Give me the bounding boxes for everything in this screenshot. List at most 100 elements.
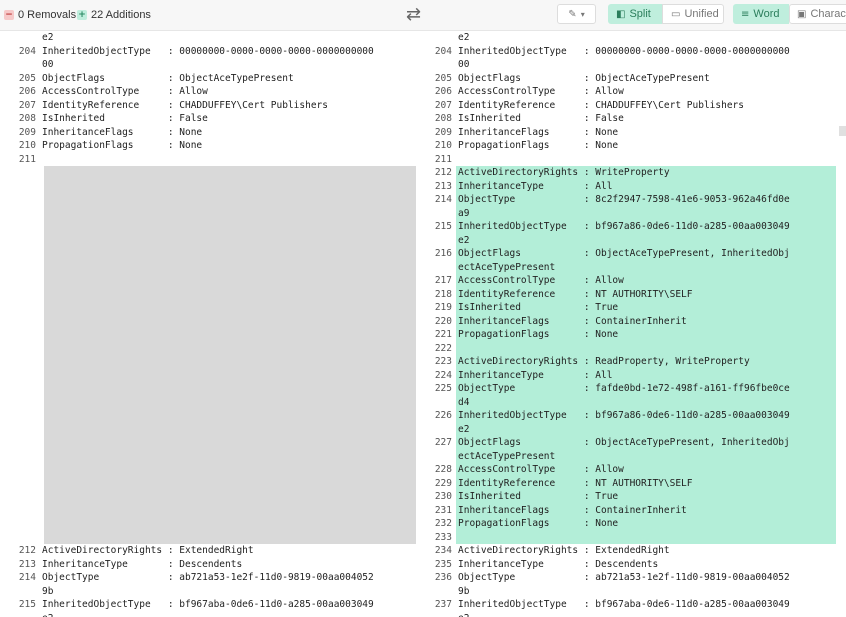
scrollbar-thumb[interactable]	[839, 126, 846, 136]
right-added-lines: 212 ActiveDirectoryRights : WriteProperty…	[430, 166, 836, 544]
line-code: ObjectFlags : ObjectAceTypePresent, Inhe…	[456, 436, 836, 450]
added-line: 225 ObjectType : fafde0bd-1e72-498f-a161-…	[430, 382, 836, 396]
line-code: e2	[458, 32, 470, 43]
added-line: e2	[430, 422, 836, 436]
line-number: 208	[18, 113, 36, 124]
line-code: InheritanceFlags : ContainerInherit	[456, 503, 836, 517]
added-line: ectAceTypePresent	[430, 449, 836, 463]
line-code: PropagationFlags : None	[42, 140, 203, 151]
line-code: e2	[456, 612, 836, 617]
line-number: 209	[18, 126, 36, 138]
added-line: 219 IsInherited : True	[430, 301, 836, 315]
character-diff-button[interactable]: ▣ Characte	[789, 4, 846, 24]
line-code: IdentityReference : NT AUTHORITY\SELF	[456, 287, 836, 301]
line-number: 210	[434, 140, 452, 151]
line-code: 00	[458, 59, 470, 70]
line-number: 207	[434, 99, 452, 111]
line-number	[430, 58, 456, 72]
swap-icon[interactable]: ⇄	[406, 4, 421, 25]
diff-line: e2	[0, 31, 430, 45]
line-number: 204	[18, 45, 36, 57]
added-line: 220 InheritanceFlags : ContainerInherit	[430, 314, 836, 328]
diff-line: 211	[0, 153, 430, 167]
line-code: ObjectType : fafde0bd-1e72-498f-a161-ff9…	[456, 382, 836, 396]
diff-line: e2	[430, 612, 836, 617]
additions-label: 22 Additions	[91, 9, 151, 21]
line-number: 205	[18, 72, 36, 84]
diff-line: 00	[0, 58, 430, 72]
line-number	[430, 612, 456, 617]
added-line: 213 InheritanceType : All	[430, 179, 836, 193]
diff-line: 206 AccessControlType : Allow	[430, 85, 836, 99]
added-line: 223 ActiveDirectoryRights : ReadProperty,…	[430, 355, 836, 369]
line-number: 212	[18, 545, 36, 556]
line-number: 215	[18, 599, 36, 610]
line-number	[430, 585, 456, 599]
line-code	[456, 530, 836, 544]
line-code: InheritedObjectType : bf967a86-0de6-11d0…	[456, 220, 836, 234]
line-number: 230	[434, 491, 452, 502]
line-code: PropagationFlags : None	[456, 328, 836, 342]
line-number	[430, 207, 456, 221]
line-number: 207	[18, 99, 36, 111]
line-number: 237	[434, 599, 452, 610]
line-number: 206	[434, 86, 452, 97]
word-diff-button[interactable]: ≡ Word	[733, 4, 789, 24]
diff-line: 236 ObjectType : ab721a53-1e2f-11d0-9819-…	[430, 571, 836, 585]
line-number: 220	[434, 315, 452, 327]
unified-view-button[interactable]: ▭ Unified	[662, 4, 724, 24]
added-line: 215 InheritedObjectType : bf967a86-0de6-1…	[430, 220, 836, 234]
empty-placeholder	[44, 166, 416, 544]
diff-toolbar: − 0 Removals + 22 Additions ⇄ ✎ ▾ ◧ Spli…	[0, 0, 846, 31]
diff-line: 204 InheritedObjectType : 00000000-0000-0…	[0, 45, 430, 59]
line-code: AccessControlType : Allow	[42, 86, 208, 97]
line-code: IsInherited : True	[456, 301, 836, 315]
line-code: ObjectFlags : ObjectAceTypePresent	[42, 72, 294, 84]
diff-line: 213 InheritanceType : Descendents	[0, 558, 430, 572]
diff-line: 9b	[0, 585, 430, 599]
diff-line: 234 ActiveDirectoryRights : ExtendedRight	[430, 544, 836, 558]
line-code: InheritanceType : Descendents	[42, 558, 243, 570]
line-number: 235	[434, 558, 452, 570]
line-number: 228	[434, 464, 452, 475]
added-line: 228 AccessControlType : Allow	[430, 463, 836, 477]
diff-line: 00	[430, 58, 836, 72]
diff-line: e2	[430, 31, 836, 45]
line-code: ObjectType : 8c2f2947-7598-41e6-9053-962…	[456, 193, 836, 207]
split-view-button[interactable]: ◧ Split	[608, 4, 662, 24]
line-number: 212	[434, 167, 452, 178]
diff-line: 204 InheritedObjectType : 00000000-0000-0…	[430, 45, 836, 59]
line-code: PropagationFlags : None	[456, 517, 836, 531]
left-top-lines: e2 204 InheritedObjectType : 00000000-0000…	[0, 31, 430, 166]
line-number	[0, 585, 40, 599]
line-code: IdentityReference : NT AUTHORITY\SELF	[456, 476, 836, 490]
line-number: 231	[434, 504, 452, 516]
line-number: 218	[434, 288, 452, 300]
diff-line: 209 InheritanceFlags : None	[430, 126, 836, 140]
diff-line: 205 ObjectFlags : ObjectAceTypePresent	[0, 72, 430, 86]
line-number: 232	[434, 518, 452, 529]
line-code: e2	[456, 233, 836, 247]
line-code: InheritanceFlags : None	[458, 126, 619, 138]
line-number: 205	[434, 72, 452, 84]
added-line: 221 PropagationFlags : None	[430, 328, 836, 342]
line-code: InheritanceFlags : ContainerInherit	[456, 314, 836, 328]
line-code: ObjectType : ab721a53-1e2f-11d0-9819-00a…	[42, 572, 374, 583]
added-line: 230 IsInherited : True	[430, 490, 836, 504]
line-code: 00	[42, 59, 54, 70]
added-line: 231 InheritanceFlags : ContainerInherit	[430, 503, 836, 517]
word-label: Word	[753, 8, 780, 20]
diff-line: 206 AccessControlType : Allow	[0, 85, 430, 99]
edit-menu-button[interactable]: ✎ ▾	[557, 4, 596, 24]
line-code: ObjectFlags : ObjectAceTypePresent	[458, 72, 710, 84]
diff-line: 209 InheritanceFlags : None	[0, 126, 430, 140]
line-code: e2	[42, 32, 54, 43]
line-number: 216	[434, 248, 452, 259]
line-code: InheritanceType : Descendents	[458, 558, 659, 570]
line-code: e2	[456, 422, 836, 436]
plus-icon: +	[77, 10, 87, 20]
left-placeholder-block	[0, 166, 430, 544]
diff-line: 210 PropagationFlags : None	[0, 139, 430, 153]
right-bottom-lines: 234 ActiveDirectoryRights : ExtendedRight…	[430, 544, 836, 617]
